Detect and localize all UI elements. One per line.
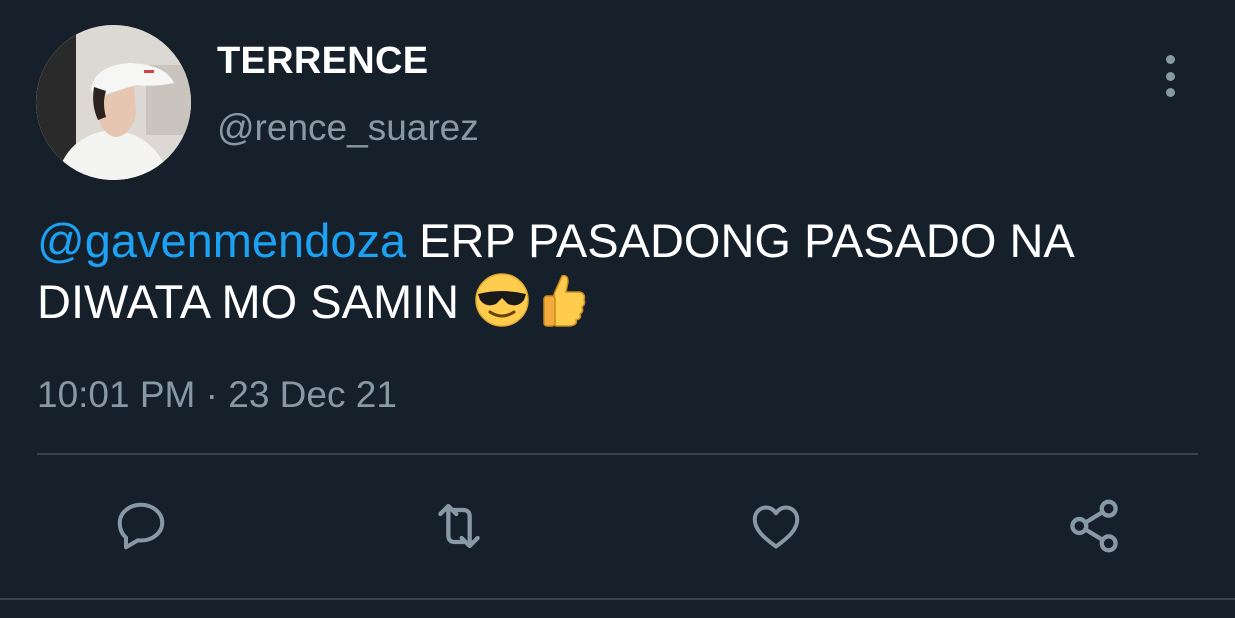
share-icon [1070,499,1118,553]
thumbs-up-icon [543,274,586,327]
avatar-photo [36,25,191,180]
display-name[interactable]: TERRENCE [217,40,428,83]
emoji-group [472,270,590,341]
retweet-button[interactable] [427,494,491,558]
more-dot [1165,71,1175,81]
divider [37,453,1198,455]
share-button[interactable] [1062,494,1126,558]
tweet-text: @gavenmendoza ERP PASADONG PASADO NA DIW… [37,212,1207,341]
like-icon [752,505,800,549]
emoji-icons [475,273,586,327]
reply-icon [117,502,165,550]
more-options-icon[interactable] [1155,55,1185,97]
username-handle[interactable]: @rence_suarez [217,107,479,149]
tweet-timestamp[interactable]: 10:01 PM · 23 Dec 21 [37,374,397,416]
retweet-icon [438,503,480,549]
mention-link[interactable]: @gavenmendoza [37,214,406,267]
reply-button[interactable] [109,494,173,558]
tweet-detail: TERRENCE @rence_suarez @gavenmendoza ERP… [0,0,1235,618]
like-button[interactable] [744,494,808,558]
smiling-face-with-sunglasses-icon [475,273,529,327]
bottom-divider [0,598,1235,600]
avatar[interactable] [36,25,191,180]
more-dot [1165,55,1175,64]
more-dot [1165,88,1175,97]
